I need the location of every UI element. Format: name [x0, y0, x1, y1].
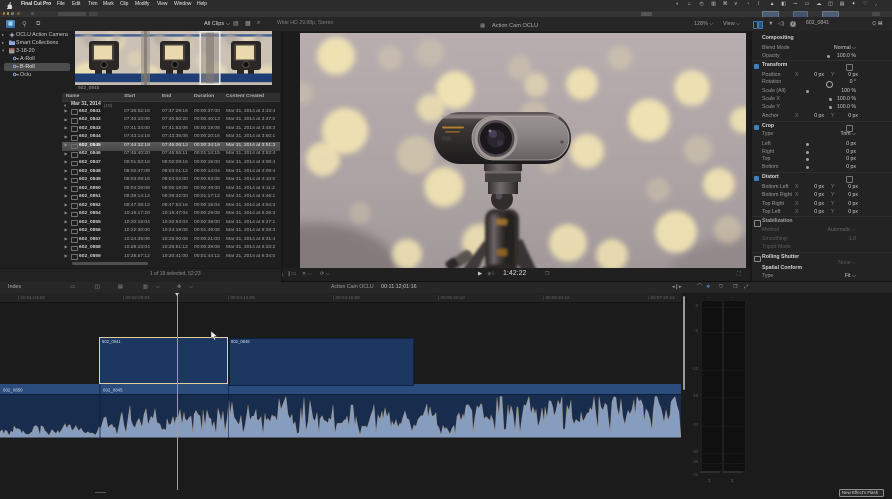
svg-text:602_0845: 602_0845 — [103, 388, 123, 393]
svg-text:602_0850: 602_0850 — [3, 388, 23, 393]
